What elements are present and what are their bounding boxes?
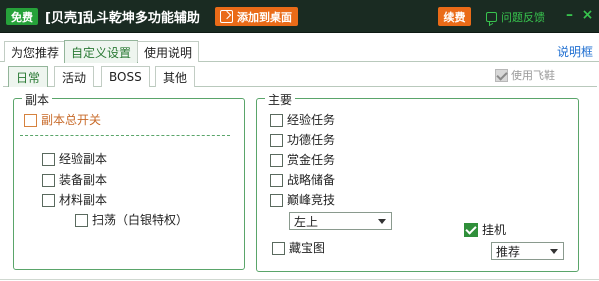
exp-task-checkbox[interactable]: 经验任务 (270, 113, 335, 127)
peak-arena-label: 巅峰竞技 (287, 193, 336, 207)
checkbox-icon (495, 68, 508, 82)
close-button[interactable]: × (581, 8, 594, 24)
feedback-link[interactable]: 问题反馈 (486, 9, 545, 25)
chevron-down-icon (378, 219, 386, 224)
checkbox-icon (270, 153, 283, 167)
checkbox-icon (42, 152, 55, 166)
subtab-other[interactable]: 其他 (155, 66, 196, 87)
add-to-desktop-label: 添加到桌面 (237, 10, 292, 24)
merit-task-checkbox[interactable]: 功德任务 (270, 133, 335, 147)
minimize-button[interactable]: – (563, 8, 576, 24)
sweep-checkbox[interactable]: 扫荡（白银特权） (75, 213, 188, 227)
subtab-boss[interactable]: BOSS (101, 66, 150, 87)
hangup-mode-value: 推荐 (496, 244, 521, 259)
divider (0, 279, 599, 280)
add-to-desktop-button[interactable]: 添加到桌面 (215, 7, 298, 26)
tab-custom-settings[interactable]: 自定义设置 (64, 40, 139, 63)
checkbox-icon (270, 113, 283, 127)
equipment-dungeon-label: 装备副本 (59, 173, 108, 187)
checkbox-icon (42, 193, 55, 207)
sweep-label: 扫荡（白银特权） (92, 213, 189, 227)
hangup-checkbox[interactable]: 挂机 (464, 223, 506, 237)
equipment-dungeon-checkbox[interactable]: 装备副本 (42, 173, 107, 187)
exp-task-label: 经验任务 (287, 113, 336, 127)
checkbox-icon (42, 173, 55, 187)
bounty-task-checkbox[interactable]: 赏金任务 (270, 153, 335, 167)
subtab-events[interactable]: 活动 (54, 66, 95, 87)
app-title: [贝壳]乱斗乾坤多功能辅助 (45, 11, 200, 26)
checkbox-icon (272, 241, 285, 255)
help-box-link[interactable]: 说明框 (557, 43, 593, 60)
checkbox-icon (75, 213, 88, 227)
checkbox-icon (270, 133, 283, 147)
tab-recommend[interactable]: 为您推荐 (4, 41, 67, 62)
exp-dungeon-checkbox[interactable]: 经验副本 (42, 152, 107, 166)
checkbox-icon (464, 223, 478, 237)
strategic-reserve-checkbox[interactable]: 战略储备 (270, 173, 335, 187)
treasure-map-checkbox[interactable]: 藏宝图 (272, 241, 325, 255)
checkbox-icon (270, 173, 283, 187)
material-dungeon-checkbox[interactable]: 材料副本 (42, 193, 107, 207)
peak-position-dropdown[interactable]: 左上 (289, 212, 392, 230)
dungeon-master-switch-label: 副本总开关 (41, 113, 102, 127)
free-badge: 免费 (6, 8, 38, 25)
dungeon-master-switch[interactable]: 副本总开关 (24, 113, 101, 127)
bounty-task-label: 赏金任务 (287, 153, 336, 167)
shortcut-icon (220, 10, 233, 23)
subtab-daily[interactable]: 日常 (8, 66, 49, 87)
material-dungeon-label: 材料副本 (59, 193, 108, 207)
main-group-title: 主要 (265, 91, 296, 108)
renew-button[interactable]: 续费 (438, 7, 471, 26)
checkbox-icon (270, 193, 283, 207)
treasure-map-label: 藏宝图 (289, 241, 326, 255)
divider (20, 135, 230, 136)
exp-dungeon-label: 经验副本 (59, 152, 108, 166)
use-flyshoe-label: 使用飞鞋 (511, 69, 555, 82)
use-flyshoe-checkbox[interactable]: 使用飞鞋 (495, 67, 555, 83)
main-tab-bar: 为您推荐 自定义设置 使用说明 (0, 40, 599, 63)
tab-instructions[interactable]: 使用说明 (137, 41, 200, 62)
strategic-reserve-label: 战略储备 (287, 173, 336, 187)
hangup-mode-dropdown[interactable]: 推荐 (491, 242, 564, 260)
title-bar: 免费 [贝壳]乱斗乾坤多功能辅助 添加到桌面 续费 问题反馈 – × (0, 0, 599, 33)
peak-arena-checkbox[interactable]: 巅峰竞技 (270, 193, 335, 207)
chat-bubble-icon (486, 12, 497, 22)
hangup-label: 挂机 (482, 223, 507, 237)
merit-task-label: 功德任务 (287, 133, 336, 147)
checkbox-icon (24, 113, 37, 127)
feedback-label: 问题反馈 (501, 11, 545, 24)
peak-position-value: 左上 (294, 214, 319, 229)
chevron-down-icon (550, 249, 558, 254)
dungeon-group-title: 副本 (22, 91, 53, 108)
